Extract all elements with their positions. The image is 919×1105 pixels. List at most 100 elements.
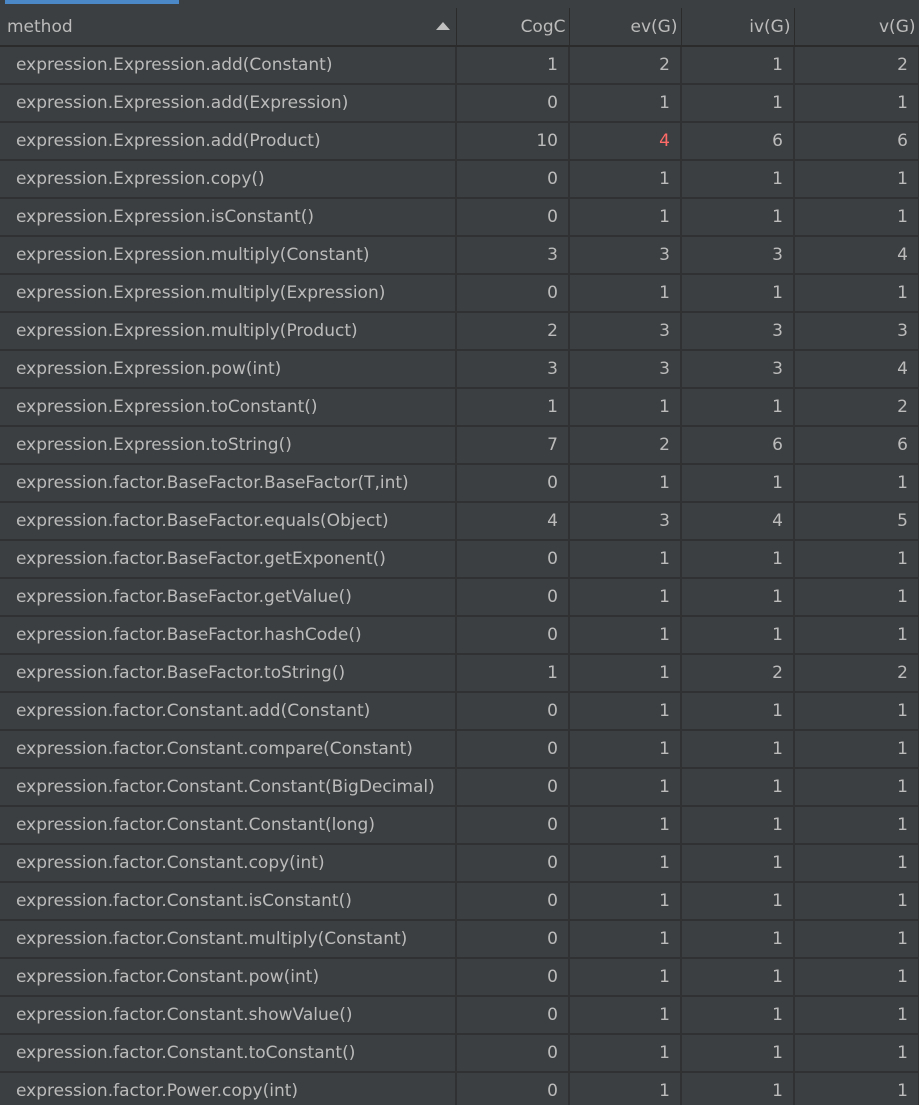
- table-row[interactable]: expression.factor.BaseFactor.hashCode() 0…: [0, 616, 919, 655]
- method-cell: expression.Expression.pow(int): [0, 350, 457, 389]
- column-header-label: method: [7, 16, 73, 37]
- table-row[interactable]: expression.factor.BaseFactor.equals(Obje…: [0, 502, 919, 541]
- method-cell: expression.Expression.add(Constant): [0, 46, 457, 85]
- iv-cell: 1: [681, 882, 795, 921]
- table-row[interactable]: expression.factor.BaseFactor.getValue() 0…: [0, 578, 919, 617]
- ev-cell: 1: [569, 806, 682, 845]
- ev-cell: 2: [569, 426, 682, 465]
- ev-cell: 3: [569, 312, 682, 351]
- table-body: expression.Expression.add(Constant) 1 2 1 2 e…: [0, 46, 919, 1105]
- metrics-table-container[interactable]: method CogC ev(G) iv(G) v(G) expression.…: [0, 8, 919, 1105]
- ev-cell: 3: [569, 236, 682, 275]
- v-cell: 1: [794, 274, 919, 313]
- cogc-cell: 3: [456, 350, 570, 389]
- v-cell: 1: [794, 1072, 919, 1105]
- column-header-ev[interactable]: ev(G): [569, 8, 682, 47]
- column-header-label: ev(G): [630, 16, 678, 37]
- method-cell: expression.Expression.add(Expression): [0, 84, 457, 123]
- iv-cell: 1: [681, 692, 795, 731]
- cogc-cell: 0: [456, 1072, 570, 1105]
- table-row[interactable]: expression.factor.Constant.isConstant() 0…: [0, 882, 919, 921]
- iv-cell: 1: [681, 84, 795, 123]
- table-row[interactable]: expression.Expression.add(Constant) 1 2 1 2: [0, 46, 919, 85]
- iv-cell: 3: [681, 312, 795, 351]
- table-row[interactable]: expression.Expression.toString() 7 2 6 6: [0, 426, 919, 465]
- table-row[interactable]: expression.Expression.add(Product) 10 4 6 6: [0, 122, 919, 161]
- method-cell: expression.Expression.copy(): [0, 160, 457, 199]
- method-cell: expression.factor.Constant.Constant(long…: [0, 806, 457, 845]
- ev-cell: 1: [569, 844, 682, 883]
- ev-cell: 1: [569, 1072, 682, 1105]
- metrics-table: method CogC ev(G) iv(G) v(G) expression.…: [0, 8, 919, 1105]
- cogc-cell: 0: [456, 274, 570, 313]
- iv-cell: 1: [681, 198, 795, 237]
- method-cell: expression.factor.BaseFactor.getExponent…: [0, 540, 457, 579]
- iv-cell: 1: [681, 996, 795, 1035]
- v-cell: 3: [794, 312, 919, 351]
- table-row[interactable]: expression.factor.Constant.Constant(BigD…: [0, 768, 919, 807]
- table-row[interactable]: expression.factor.Constant.copy(int) 0 1 1 1: [0, 844, 919, 883]
- method-cell: expression.factor.Constant.pow(int): [0, 958, 457, 997]
- cogc-cell: 0: [456, 730, 570, 769]
- table-row[interactable]: expression.factor.BaseFactor.getExponent…: [0, 540, 919, 579]
- method-cell: expression.factor.Power.copy(int): [0, 1072, 457, 1105]
- cogc-cell: 0: [456, 578, 570, 617]
- ev-cell: 1: [569, 958, 682, 997]
- cogc-cell: 0: [456, 198, 570, 237]
- method-cell: expression.Expression.multiply(Product): [0, 312, 457, 351]
- v-cell: 1: [794, 958, 919, 997]
- iv-cell: 2: [681, 654, 795, 693]
- v-cell: 1: [794, 768, 919, 807]
- ev-cell: 2: [569, 46, 682, 85]
- cogc-cell: 0: [456, 540, 570, 579]
- table-row[interactable]: expression.factor.Power.copy(int) 0 1 1 1: [0, 1072, 919, 1105]
- table-row[interactable]: expression.Expression.toConstant() 1 1 1 2: [0, 388, 919, 427]
- column-header-method[interactable]: method: [0, 8, 457, 47]
- table-row[interactable]: expression.factor.Constant.compare(Const…: [0, 730, 919, 769]
- table-row[interactable]: expression.Expression.multiply(Expressio…: [0, 274, 919, 313]
- table-row[interactable]: expression.Expression.multiply(Constant)…: [0, 236, 919, 275]
- iv-cell: 1: [681, 920, 795, 959]
- cogc-cell: 0: [456, 882, 570, 921]
- iv-cell: 1: [681, 730, 795, 769]
- column-header-iv[interactable]: iv(G): [681, 8, 795, 47]
- method-cell: expression.factor.BaseFactor.equals(Obje…: [0, 502, 457, 541]
- cogc-cell: 0: [456, 768, 570, 807]
- table-row[interactable]: expression.factor.Constant.showValue() 0 1…: [0, 996, 919, 1035]
- table-row[interactable]: expression.factor.Constant.pow(int) 0 1 1 1: [0, 958, 919, 997]
- column-header-cogc[interactable]: CogC: [456, 8, 570, 47]
- method-cell: expression.Expression.isConstant(): [0, 198, 457, 237]
- iv-cell: 1: [681, 274, 795, 313]
- cogc-cell: 1: [456, 46, 570, 85]
- table-row[interactable]: expression.factor.Constant.toConstant() 0…: [0, 1034, 919, 1073]
- iv-cell: 1: [681, 464, 795, 503]
- cogc-cell: 4: [456, 502, 570, 541]
- v-cell: 1: [794, 464, 919, 503]
- table-row[interactable]: expression.factor.Constant.add(Constant)…: [0, 692, 919, 731]
- v-cell: 1: [794, 1034, 919, 1073]
- table-row[interactable]: expression.Expression.copy() 0 1 1 1: [0, 160, 919, 199]
- table-row[interactable]: expression.factor.Constant.Constant(long…: [0, 806, 919, 845]
- cogc-cell: 2: [456, 312, 570, 351]
- column-header-label: iv(G): [749, 16, 791, 37]
- v-cell: 6: [794, 426, 919, 465]
- v-cell: 1: [794, 692, 919, 731]
- table-row[interactable]: expression.Expression.multiply(Product) 2…: [0, 312, 919, 351]
- table-row[interactable]: expression.Expression.pow(int) 3 3 3 4: [0, 350, 919, 389]
- cogc-cell: 0: [456, 464, 570, 503]
- column-header-v[interactable]: v(G): [794, 8, 919, 47]
- iv-cell: 1: [681, 844, 795, 883]
- v-cell: 1: [794, 540, 919, 579]
- table-row[interactable]: expression.factor.BaseFactor.BaseFactor(…: [0, 464, 919, 503]
- table-row[interactable]: expression.factor.Constant.multiply(Cons…: [0, 920, 919, 959]
- v-cell: 1: [794, 198, 919, 237]
- table-row[interactable]: expression.Expression.isConstant() 0 1 1 1: [0, 198, 919, 237]
- v-cell: 2: [794, 654, 919, 693]
- table-row[interactable]: expression.factor.BaseFactor.toString() 1…: [0, 654, 919, 693]
- method-cell: expression.Expression.toString(): [0, 426, 457, 465]
- cogc-cell: 0: [456, 692, 570, 731]
- cogc-cell: 0: [456, 844, 570, 883]
- cogc-cell: 3: [456, 236, 570, 275]
- cogc-cell: 1: [456, 654, 570, 693]
- table-row[interactable]: expression.Expression.add(Expression) 0 1 1…: [0, 84, 919, 123]
